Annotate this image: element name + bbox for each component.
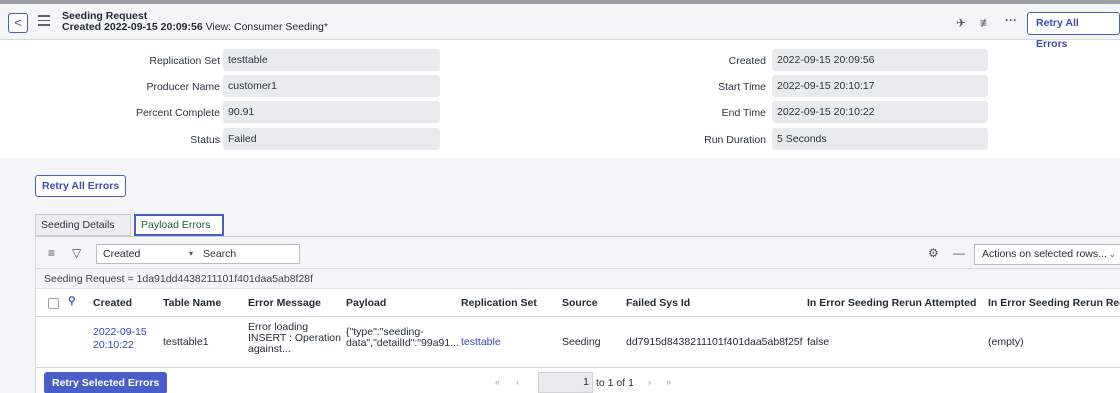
error-message-cell: Error loading INSERT : Operation against… [248, 321, 341, 355]
end-time-field[interactable]: 2022-09-15 20:10:22 [772, 101, 988, 123]
first-page-icon[interactable]: « [495, 377, 500, 387]
replication-set-label: Replication Set [149, 55, 220, 67]
replication-set-link[interactable]: testtable [461, 337, 501, 348]
last-page-icon[interactable]: » [666, 377, 671, 387]
run-duration-label: Run Duration [704, 134, 766, 146]
status-field[interactable]: Failed [223, 128, 440, 150]
chevron-left-icon: < [14, 15, 22, 30]
more-options-icon[interactable]: ··· [1005, 13, 1017, 27]
filter-icon[interactable]: ▽ [72, 246, 81, 260]
percent-complete-field[interactable]: 90.91 [223, 101, 440, 123]
rerun-attempted-cell: false [807, 336, 830, 348]
list-menu-icon[interactable]: ≡ [48, 246, 55, 260]
column-header-source[interactable]: Source [562, 297, 598, 309]
column-header-error-message[interactable]: Error Message [248, 297, 321, 309]
breadcrumb[interactable]: Seeding Request = 1da91dd4438211101f401d… [36, 269, 1120, 289]
percent-complete-label: Percent Complete [135, 107, 220, 119]
tab-payload-errors[interactable]: Payload Errors (1) [134, 214, 224, 249]
previous-page-icon[interactable]: ‹ [516, 377, 519, 387]
column-header-replication-set[interactable]: Replication Set [461, 297, 537, 309]
column-header-payload[interactable]: Payload [346, 297, 386, 309]
actions-select[interactable]: Actions on selected rows... ⌄ [974, 244, 1120, 265]
list-toolbar: ≡ ▽ Created ▾ Search ⚙ — Actions on sele… [36, 237, 1120, 269]
end-time-label: End Time [721, 107, 766, 119]
failed-sys-id-cell: dd7915d8438211101f401daa5ab8f25f [626, 336, 803, 348]
producer-name-label: Producer Name [146, 81, 220, 93]
column-header-rerun-attempted[interactable]: In Error Seeding Rerun Attempted [807, 297, 976, 309]
table-name-cell: testtable1 [163, 336, 209, 348]
payload-errors-list: ≡ ▽ Created ▾ Search ⚙ — Actions on sele… [35, 236, 1120, 393]
hamburger-menu-icon[interactable] [38, 15, 50, 27]
actions-select-value: Actions on selected rows... [982, 248, 1107, 260]
rerun-request-cell: (empty) [988, 336, 1024, 348]
page-count-label: to 1 of 1 [596, 377, 634, 389]
page-number-input[interactable]: 1 [538, 372, 593, 393]
created-field[interactable]: 2022-09-15 20:09:56 [772, 49, 988, 71]
run-duration-field[interactable]: 5 Seconds [772, 128, 988, 150]
created-cell[interactable]: 2022-09-15 20:10:22 [93, 327, 147, 351]
chevron-down-icon: ⌄ [1108, 249, 1116, 259]
producer-name-field[interactable]: customer1 [223, 75, 440, 97]
next-page-icon[interactable]: › [648, 377, 651, 387]
back-button[interactable]: < [8, 13, 28, 33]
chevron-down-icon: ▾ [188, 249, 193, 258]
search-field-value: Created [103, 248, 141, 260]
retry-all-errors-header-button[interactable]: Retry All Errors [1027, 12, 1120, 50]
column-header-created[interactable]: Created [93, 297, 132, 309]
table-row[interactable]: 2022-09-15 20:10:22 testtable1 Error loa… [36, 317, 1120, 368]
start-time-field[interactable]: 2022-09-15 20:10:17 [772, 75, 988, 97]
retry-all-errors-button[interactable]: Retry All Errors [35, 175, 127, 197]
tab-seeding-details[interactable]: Seeding Details (1) [35, 214, 131, 251]
settings-sliders-icon[interactable]: ≢ [980, 16, 992, 30]
table-header: ⚲ Created Table Name Error Message Paylo… [36, 289, 1120, 317]
status-label: Status [190, 134, 220, 146]
view-subtitle: View: Consumer Seeding* [205, 21, 328, 33]
retry-selected-errors-button[interactable]: Retry Selected Errors [44, 372, 168, 393]
gear-icon[interactable]: ⚙ [928, 246, 939, 260]
record-title: Seeding Request Created 2022-09-15 20:09… [62, 11, 328, 33]
column-header-rerun-request[interactable]: In Error Seeding Rerun Request [988, 297, 1120, 309]
list-footer: Retry Selected Errors « ‹ 1 to 1 of 1 › … [36, 368, 1120, 393]
start-time-label: Start Time [718, 81, 766, 93]
search-input[interactable]: Search [199, 244, 300, 264]
created-label: Created [728, 55, 766, 67]
column-header-table-name[interactable]: Table Name [163, 297, 221, 309]
select-all-checkbox[interactable] [48, 298, 59, 309]
search-field-select[interactable]: Created ▾ [96, 244, 200, 264]
payload-cell: {"type":"seeding- data","detailId":"99a9… [346, 326, 459, 349]
search-icon[interactable]: ⚲ [68, 295, 76, 307]
column-header-failed-sys-id[interactable]: Failed Sys Id [626, 297, 690, 309]
created-subtitle: Created 2022-09-15 20:09:56 [62, 21, 203, 33]
replication-set-field[interactable]: testtable [223, 49, 440, 71]
source-cell: Seeding [562, 336, 601, 348]
collapse-icon[interactable]: — [953, 246, 965, 260]
form-header: < Seeding Request Created 2022-09-15 20:… [0, 0, 1120, 50]
pin-icon[interactable]: ✈ [956, 16, 966, 30]
